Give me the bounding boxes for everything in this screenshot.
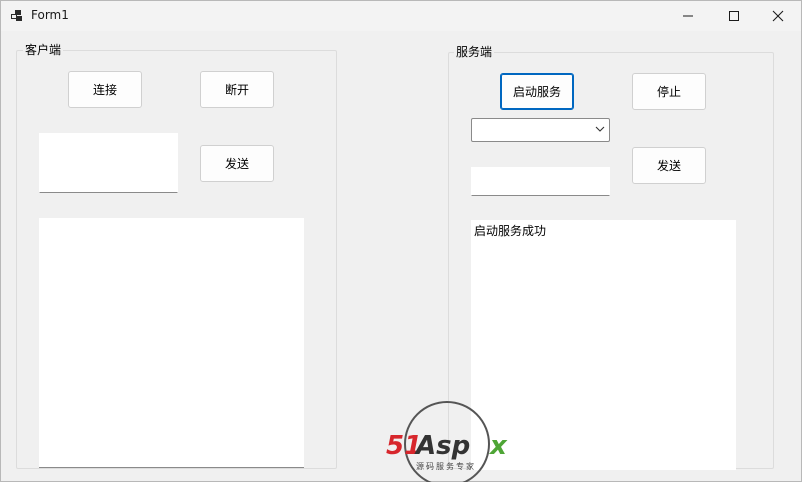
start-service-button[interactable]: 启动服务 <box>500 73 574 110</box>
server-group-label: 服务端 <box>454 45 495 59</box>
client-select-combobox[interactable] <box>471 118 610 142</box>
server-send-button[interactable]: 发送 <box>632 147 706 184</box>
minimize-icon <box>683 15 693 17</box>
title-bar[interactable]: Form1 <box>1 1 801 31</box>
minimize-button[interactable] <box>665 1 711 31</box>
svg-text:源码服务专家: 源码服务专家 <box>416 461 476 471</box>
chevron-down-icon <box>595 126 605 132</box>
disconnect-button[interactable]: 断开 <box>200 71 274 108</box>
connect-button[interactable]: 连接 <box>68 71 142 108</box>
stop-button[interactable]: 停止 <box>632 73 706 110</box>
svg-text:x: x <box>488 431 508 461</box>
svg-text:Asp: Asp <box>414 431 470 461</box>
window-title: Form1 <box>31 8 69 22</box>
server-message-input[interactable] <box>471 167 610 196</box>
app-icon <box>11 10 22 21</box>
client-log-textarea[interactable] <box>39 218 304 468</box>
maximize-button[interactable] <box>711 1 757 31</box>
maximize-icon <box>729 11 739 21</box>
client-message-input[interactable] <box>39 133 178 193</box>
close-button[interactable] <box>755 1 801 31</box>
client-send-button[interactable]: 发送 <box>200 145 274 182</box>
client-group-label: 客户端 <box>23 43 64 57</box>
close-icon <box>772 10 784 22</box>
watermark-logo: 51 Asp x 源码服务专家 <box>386 401 508 482</box>
